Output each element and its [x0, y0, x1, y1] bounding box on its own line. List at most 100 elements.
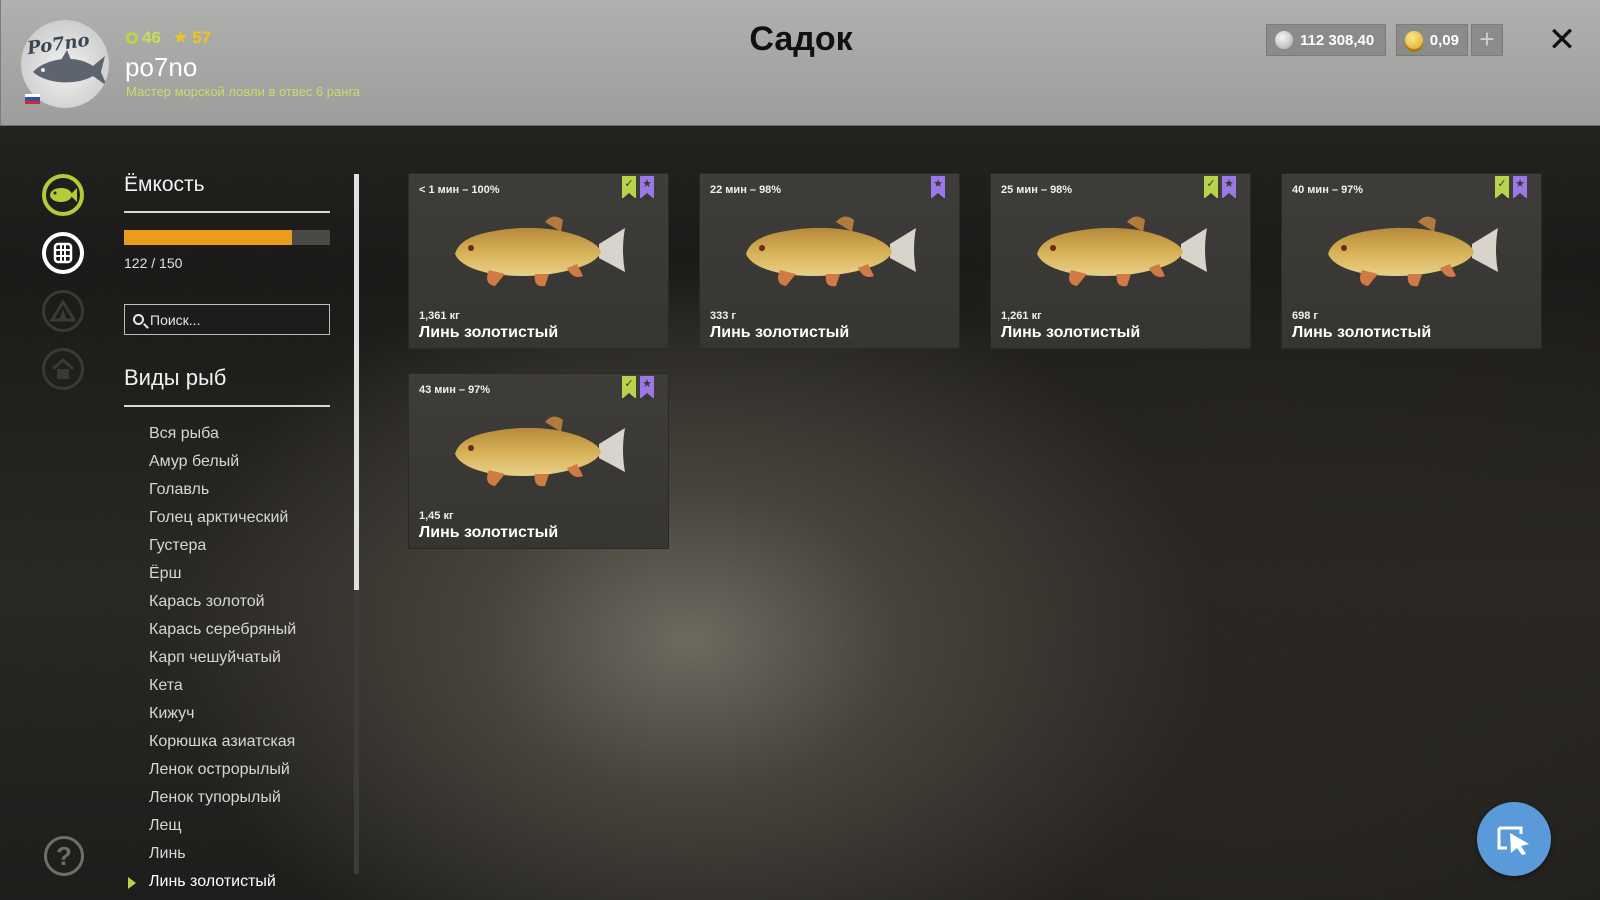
country-flag-icon — [25, 94, 40, 104]
species-label: Карась золотой — [149, 593, 265, 610]
species-list: Вся рыба Амур белый Голавль Голец арктическ… — [124, 420, 334, 896]
card-badges: ✓ ★ — [622, 176, 654, 199]
species-item[interactable]: Ёрш — [124, 560, 334, 588]
fish-weight: 1,261 кг — [1001, 310, 1042, 322]
species-label: Голец арктический — [149, 509, 289, 526]
fish-weight: 698 г — [1292, 310, 1318, 322]
species-label: Ленок тупорылый — [149, 789, 281, 806]
tent-icon — [50, 299, 76, 322]
fish-icon — [50, 188, 77, 202]
catch-time: 43 мин – 97% — [419, 384, 491, 396]
fish-name: Линь золотистый — [1001, 324, 1141, 341]
species-item[interactable]: Голец арктический — [124, 504, 334, 532]
species-item[interactable]: Ленок острорылый — [124, 756, 334, 784]
species-item[interactable]: Кета — [124, 672, 334, 700]
scrollbar-thumb[interactable] — [354, 174, 359, 590]
fish-card[interactable]: 25 мин – 98% ✓ ★ 1,261 кг Линь золотистый — [990, 173, 1251, 349]
species-item[interactable]: Кижуч — [124, 700, 334, 728]
species-item[interactable]: Ленок тупорылый — [124, 784, 334, 812]
species-item[interactable]: Линь золотистый — [124, 868, 334, 896]
species-item[interactable]: Амур белый — [124, 448, 334, 476]
tench-fish-icon — [746, 216, 916, 287]
selected-arrow-icon — [128, 877, 136, 889]
card-badges: ✓ ★ — [1495, 176, 1527, 199]
trophy-check-badge-icon: ✓ — [622, 176, 636, 199]
species-label: Ёрш — [149, 565, 182, 582]
species-item[interactable]: Вся рыба — [124, 420, 334, 448]
tent-nav-button[interactable] — [42, 290, 84, 332]
species-label: Карп чешуйчатый — [149, 649, 281, 666]
species-item[interactable]: Линь — [124, 840, 334, 868]
unique-star-badge-icon: ★ — [931, 176, 945, 199]
fish-card[interactable]: 40 мин – 97% ✓ ★ 698 г Линь золотистый — [1281, 173, 1542, 349]
fish-name: Линь золотистый — [710, 324, 850, 341]
fish-image — [1322, 204, 1502, 299]
species-label: Кижуч — [149, 705, 195, 722]
species-item[interactable]: Голавль — [124, 476, 334, 504]
species-label: Ленок острорылый — [149, 761, 290, 778]
fish-weight: 333 г — [710, 310, 736, 322]
species-item[interactable]: Карась серебряный — [124, 616, 334, 644]
help-button[interactable]: ? — [44, 836, 84, 876]
fish-name: Линь золотистый — [1292, 324, 1432, 341]
gold-balance: 0,09 — [1396, 24, 1468, 56]
catch-time: 40 мин – 97% — [1292, 184, 1364, 196]
keepnet-nav-button[interactable] — [42, 232, 84, 274]
home-icon — [51, 357, 75, 379]
tench-fish-icon — [1328, 216, 1498, 287]
species-item[interactable]: Густера — [124, 532, 334, 560]
species-label: Карась серебряный — [149, 621, 297, 638]
tench-fish-icon — [1037, 216, 1207, 287]
home-nav-button[interactable] — [42, 348, 84, 390]
tench-fish-icon — [455, 416, 625, 487]
silver-coin-icon — [1275, 31, 1293, 49]
species-label: Густера — [149, 537, 207, 554]
fish-nav-button[interactable] — [42, 174, 84, 216]
divider — [124, 211, 330, 213]
capacity-title: Ёмкость — [124, 173, 205, 196]
capacity-bar-fill — [124, 230, 292, 245]
cursor-mode-button[interactable] — [1477, 802, 1551, 876]
fish-image — [740, 204, 920, 299]
trophy-check-badge-icon: ✓ — [622, 376, 636, 399]
unique-star-badge-icon: ★ — [1513, 176, 1527, 199]
trophy-check-badge-icon: ✓ — [1204, 176, 1218, 199]
cursor-icon — [1497, 826, 1529, 855]
unique-star-badge-icon: ★ — [640, 176, 654, 199]
species-label: Кета — [149, 677, 183, 694]
fish-image — [449, 204, 629, 299]
species-item[interactable]: Лещ — [124, 812, 334, 840]
fish-card[interactable]: 22 мин – 98% ★ 333 г Линь золотистый — [699, 173, 960, 349]
species-label: Лещ — [149, 817, 182, 834]
species-label: Вся рыба — [149, 425, 219, 442]
add-gold-button[interactable]: + — [1471, 24, 1503, 56]
species-label: Голавль — [149, 481, 210, 498]
search-icon — [133, 314, 144, 325]
species-item[interactable]: Карп чешуйчатый — [124, 644, 334, 672]
player-title: Мастер морской ловли в отвес 6 ранга — [126, 84, 361, 99]
fish-card[interactable]: < 1 мин – 100% ✓ ★ 1,361 кг Линь золотистый — [408, 173, 669, 349]
close-button[interactable]: ✕ — [1544, 22, 1580, 58]
card-badges: ★ — [931, 176, 945, 199]
top-bar: Po7no 46 ★ 57 po7no Мастер морской ловли… — [0, 0, 1600, 126]
search-input[interactable] — [150, 311, 320, 328]
unique-star-badge-icon: ★ — [640, 376, 654, 399]
silver-amount: 112 308,40 — [1300, 31, 1375, 49]
catch-time: 22 мин – 98% — [710, 184, 782, 196]
silver-balance: 112 308,40 — [1266, 24, 1386, 56]
species-label: Линь золотистый — [149, 873, 276, 890]
species-item[interactable]: Карась золотой — [124, 588, 334, 616]
gold-coin-icon — [1405, 31, 1423, 49]
species-label: Амур белый — [149, 453, 240, 470]
catch-time: < 1 мин – 100% — [419, 184, 500, 196]
search-box[interactable] — [124, 304, 330, 335]
gold-amount: 0,09 — [1429, 31, 1459, 49]
fish-name: Линь золотистый — [419, 524, 559, 541]
fish-weight: 1,45 кг — [419, 510, 454, 522]
divider — [124, 405, 330, 407]
species-scrollbar[interactable] — [354, 174, 359, 874]
fish-weight: 1,361 кг — [419, 310, 460, 322]
fish-card[interactable]: 43 мин – 97% ✓ ★ 1,45 кг Линь золотистый — [408, 373, 669, 549]
fish-image — [449, 404, 629, 499]
species-item[interactable]: Корюшка азиатская — [124, 728, 334, 756]
